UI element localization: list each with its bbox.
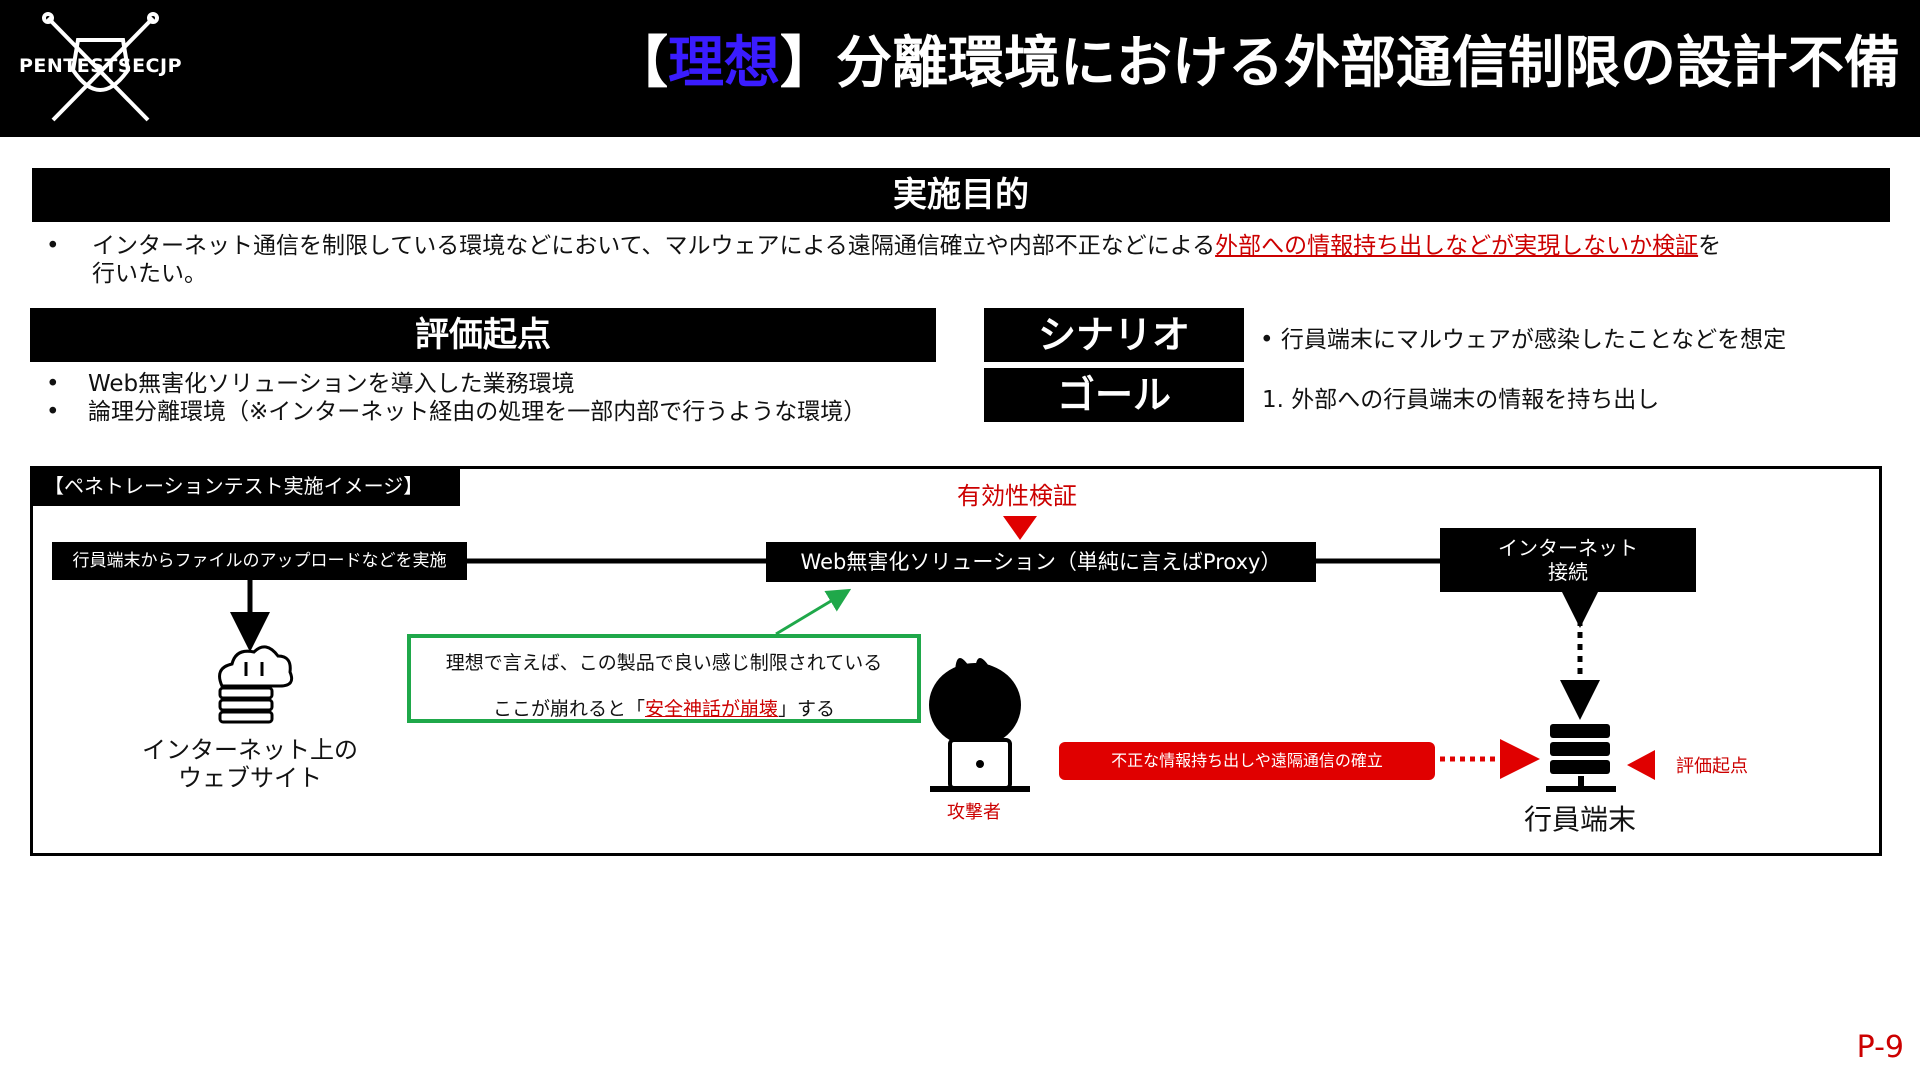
leak-label-box: 不正な情報持ち出しや遠隔通信の確立 (1059, 742, 1435, 780)
terminal-label: 行員端末 (1523, 803, 1636, 836)
hacker-icon (929, 658, 1030, 792)
internet-connection-box: インターネット 接続 (1440, 528, 1696, 592)
ideal-note-box: 理想で言えば、この製品で良い感じ制限されている ここが崩れると「安全神話が崩壊」… (407, 634, 921, 723)
verify-label: 有効性検証 (957, 482, 1077, 510)
ideal-pointer-arrow (775, 588, 852, 636)
page-number: P-9 (1856, 1030, 1904, 1065)
attacker-label: 攻撃者 (947, 802, 1001, 823)
ideal-highlight: 安全神話が崩壊 (644, 698, 778, 720)
upload-action-box: 行員端末からファイルのアップロードなどを実施 (52, 542, 467, 580)
cloud-server-icon (218, 645, 294, 724)
eval-start-label: 評価起点 (1676, 756, 1748, 777)
eval-start-marker (1627, 750, 1655, 780)
server-icon (1546, 724, 1616, 792)
web-solution-box: Web無害化ソリューション（単純に言えばProxy） (766, 542, 1316, 582)
website-label: インターネット上の ウェブサイト (142, 736, 358, 792)
verify-marker (1003, 516, 1037, 540)
